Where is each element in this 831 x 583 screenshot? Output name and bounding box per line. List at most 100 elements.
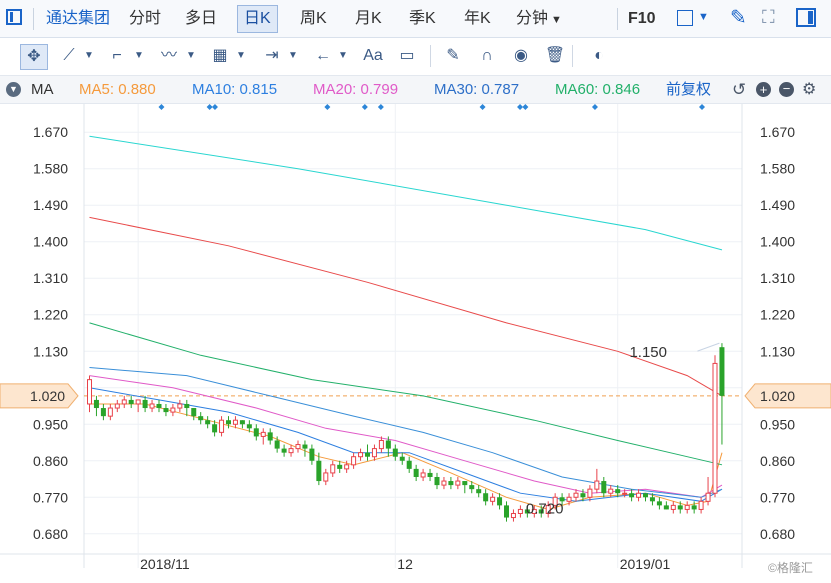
candle xyxy=(128,395,134,409)
range-tool-icon[interactable]: ⇥ xyxy=(260,44,284,68)
candle-body xyxy=(142,399,148,409)
y-tick-label-right: 1.220 xyxy=(760,307,795,323)
candle xyxy=(205,416,211,429)
line-tool-icon[interactable]: ⟋ xyxy=(58,44,80,68)
text-tool-button[interactable]: Aa xyxy=(360,44,386,68)
candle-body xyxy=(649,497,655,502)
tab-daily-k[interactable]: 日K xyxy=(237,5,278,33)
candle xyxy=(107,403,113,421)
candle xyxy=(337,460,343,473)
visibility-toggle-icon[interactable]: ◐ xyxy=(586,44,612,68)
chevron-down-icon[interactable]: ▼ xyxy=(82,44,96,68)
settings-gear-icon[interactable]: ⚙ xyxy=(802,76,816,103)
chevron-down-icon[interactable]: ▼ xyxy=(132,44,146,68)
y-tick-label-left: 0.860 xyxy=(33,453,68,469)
price-adjust-button[interactable]: 前复权 xyxy=(666,76,711,103)
y-tick-label-right: 1.580 xyxy=(760,161,795,177)
ma120-line xyxy=(89,216,723,397)
chart-style-icon[interactable] xyxy=(677,10,693,26)
ma-indicator-label[interactable]: MA xyxy=(31,76,54,103)
comment-icon[interactable]: ▭ xyxy=(396,44,418,68)
watermark: ©格隆汇 xyxy=(768,560,813,575)
candlestick-chart[interactable]: 1.6701.5801.4901.4001.3101.2201.1301.040… xyxy=(0,104,831,583)
fibonacci-tool-icon[interactable]: ▦ xyxy=(208,44,232,68)
candle-body xyxy=(719,347,725,396)
candle xyxy=(239,420,245,429)
candle xyxy=(434,472,440,490)
reset-icon[interactable]: ↺ xyxy=(732,76,746,103)
wave-tool-icon[interactable]: 〰 xyxy=(156,44,182,68)
candle-body xyxy=(441,480,447,486)
tab-quarterly-k[interactable]: 季K xyxy=(409,0,436,37)
candle xyxy=(295,440,301,453)
tab-monthly-k[interactable]: 月K xyxy=(355,0,382,37)
ma10-label: MA10: xyxy=(192,81,236,98)
polyline-tool-icon[interactable]: ⌐ xyxy=(106,44,128,68)
zoom-in-icon[interactable]: + xyxy=(756,82,771,97)
candle-body xyxy=(163,408,169,413)
candle-body xyxy=(302,444,308,449)
candle-body xyxy=(483,493,489,502)
move-cross-icon[interactable]: ✥ xyxy=(20,44,48,70)
tab-yearly-k[interactable]: 年K xyxy=(464,0,491,37)
tab-minute[interactable]: 分钟 ▼ xyxy=(516,0,562,37)
candle-body xyxy=(330,464,336,474)
candle xyxy=(462,481,468,494)
event-marker xyxy=(158,104,165,110)
panel-toggle-icon[interactable] xyxy=(6,9,22,25)
candle xyxy=(427,468,433,482)
magnet-icon[interactable]: ∩ xyxy=(476,44,498,68)
candle xyxy=(517,505,523,518)
candle-body xyxy=(107,407,113,417)
eye-icon[interactable]: ◉ xyxy=(510,44,532,68)
ma10-value: 0.815 xyxy=(239,81,278,98)
candle-body xyxy=(135,399,141,405)
chevron-down-icon[interactable]: ▼ xyxy=(698,11,709,23)
high-leader-line xyxy=(697,342,720,352)
x-tick-label: 2018/11 xyxy=(140,556,190,572)
price-annotations: 1.150 0.720 xyxy=(526,342,720,518)
trash-icon[interactable]: 🗑 xyxy=(544,44,566,68)
fullscreen-icon[interactable]: ⛶ xyxy=(762,7,775,28)
candle-body xyxy=(177,403,183,409)
y-tick-label-right: 0.770 xyxy=(760,489,795,505)
candle-body xyxy=(226,420,231,425)
collapse-icon[interactable]: ▼ xyxy=(6,82,21,97)
current-price-value-left: 1.020 xyxy=(30,388,65,404)
candle-body xyxy=(267,432,273,441)
candle-body xyxy=(608,488,614,494)
high-price-label: 1.150 xyxy=(629,344,667,361)
candle-body xyxy=(643,493,648,498)
tab-weekly-k[interactable]: 周K xyxy=(300,0,327,37)
arrow-tool-icon[interactable]: ← xyxy=(312,44,334,68)
candle-body xyxy=(420,472,426,478)
y-tick-label-left: 0.770 xyxy=(33,489,68,505)
eraser-icon[interactable]: ✎ xyxy=(442,44,464,68)
zoom-out-icon[interactable]: − xyxy=(779,82,794,97)
chevron-down-icon[interactable]: ▼ xyxy=(184,44,198,68)
company-name-tab[interactable]: 通达集团 xyxy=(46,0,110,37)
candle xyxy=(455,476,461,490)
ma60-value: 0.846 xyxy=(602,81,641,98)
tab-multi-day[interactable]: 多日 xyxy=(185,0,217,37)
chevron-down-icon[interactable]: ▼ xyxy=(234,44,248,68)
candle xyxy=(253,424,259,441)
chevron-down-icon[interactable]: ▼ xyxy=(336,44,350,68)
candle-body xyxy=(434,476,440,486)
candle xyxy=(219,416,225,437)
tab-intraday[interactable]: 分时 xyxy=(129,0,161,37)
candle-body xyxy=(670,504,676,510)
chevron-down-icon[interactable]: ▼ xyxy=(286,44,300,68)
y-axis-right: 1.6701.5801.4901.4001.3101.2201.1301.040… xyxy=(760,124,795,542)
ma20-legend: MA20: 0.799 xyxy=(313,76,398,103)
candle xyxy=(594,468,600,494)
f10-button[interactable]: F10 xyxy=(628,0,656,37)
candle-body xyxy=(295,444,301,450)
candle-body xyxy=(406,460,412,469)
pen-icon[interactable]: ✎ xyxy=(730,5,747,30)
candle-body xyxy=(239,420,245,425)
candle xyxy=(149,399,155,413)
candle xyxy=(441,476,447,490)
sidebar-toggle-icon[interactable] xyxy=(796,8,816,27)
candle xyxy=(371,444,377,461)
